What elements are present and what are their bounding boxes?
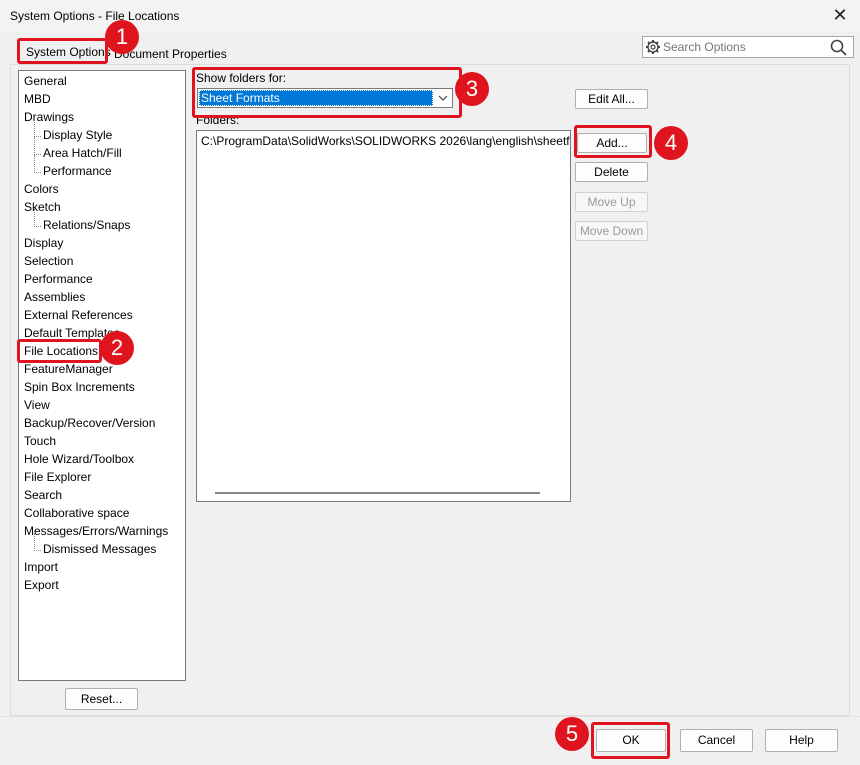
tree-item[interactable]: Performance	[43, 162, 112, 180]
tree-item[interactable]: Display	[24, 234, 63, 252]
tree-connector	[34, 137, 35, 155]
folder-path-item[interactable]: C:\ProgramData\SolidWorks\SOLIDWORKS 202…	[201, 134, 570, 148]
search-input[interactable]	[663, 39, 823, 55]
callout-badge-3: 3	[455, 72, 489, 106]
tree-item[interactable]: Sketch	[24, 198, 61, 216]
callout-box-ok	[591, 722, 670, 759]
close-icon[interactable]: ✕	[830, 5, 850, 25]
scrollbar-thumb[interactable]	[215, 492, 540, 494]
tree-item[interactable]: View	[24, 396, 50, 414]
tree-item[interactable]: Assemblies	[24, 288, 85, 306]
reset-button[interactable]: Reset...	[65, 688, 138, 710]
tree-connector	[34, 172, 41, 173]
tree-connector	[34, 550, 41, 551]
tree-item[interactable]: External References	[24, 306, 133, 324]
tree-item[interactable]: Hole Wizard/Toolbox	[24, 450, 134, 468]
callout-box-file-locations	[17, 339, 102, 363]
tree-item[interactable]: Backup/Recover/Version	[24, 414, 155, 432]
help-button[interactable]: Help	[765, 729, 838, 752]
tree-item[interactable]: Export	[24, 576, 59, 594]
tree-item[interactable]: Area Hatch/Fill	[43, 144, 122, 162]
footer-divider	[0, 716, 860, 717]
gear-icon	[646, 40, 660, 54]
tree-connector	[34, 155, 35, 173]
tree-item[interactable]: Messages/Errors/Warnings	[24, 522, 168, 540]
tree-item[interactable]: Touch	[24, 432, 56, 450]
search-icon[interactable]	[829, 38, 849, 58]
tree-connector	[34, 533, 35, 551]
tree-item[interactable]: Colors	[24, 180, 59, 198]
tree-item[interactable]: Selection	[24, 252, 73, 270]
cancel-button[interactable]: Cancel	[680, 729, 753, 752]
callout-box-show-folders	[192, 67, 462, 118]
tree-item[interactable]: MBD	[24, 90, 51, 108]
tree-item[interactable]: Spin Box Increments	[24, 378, 135, 396]
tree-connector	[34, 226, 41, 227]
move-down-button[interactable]: Move Down	[575, 221, 648, 241]
search-box[interactable]	[642, 36, 854, 58]
window-title: System Options - File Locations	[10, 9, 180, 23]
category-tree[interactable]: General MBD Drawings Display Style Area Hatc…	[18, 70, 186, 681]
tree-connector	[34, 154, 41, 155]
tree-connector	[34, 209, 35, 227]
move-up-button[interactable]: Move Up	[575, 192, 648, 212]
callout-badge-5: 5	[555, 717, 589, 751]
tree-item[interactable]: Display Style	[43, 126, 112, 144]
tree-item[interactable]: Collaborative space	[24, 504, 129, 522]
tree-connector	[34, 136, 41, 137]
callout-badge-1: 1	[105, 20, 139, 54]
tree-item[interactable]: Search	[24, 486, 62, 504]
delete-button[interactable]: Delete	[575, 162, 648, 182]
tree-item[interactable]: Relations/Snaps	[43, 216, 130, 234]
tree-item[interactable]: Dismissed Messages	[43, 540, 156, 558]
callout-badge-2: 2	[100, 331, 134, 365]
folders-list[interactable]: C:\ProgramData\SolidWorks\SOLIDWORKS 202…	[196, 130, 571, 502]
horizontal-scrollbar[interactable]	[198, 486, 569, 500]
edit-all-button[interactable]: Edit All...	[575, 89, 648, 109]
callout-box-system-options	[17, 38, 108, 64]
tree-connector	[34, 119, 35, 137]
callout-badge-4: 4	[654, 126, 688, 160]
tree-item[interactable]: File Explorer	[24, 468, 91, 486]
tree-item[interactable]: General	[24, 72, 67, 90]
tree-item[interactable]: Performance	[24, 270, 93, 288]
tree-item[interactable]: Import	[24, 558, 58, 576]
callout-box-add	[574, 125, 652, 158]
tree-item[interactable]: Drawings	[24, 108, 74, 126]
